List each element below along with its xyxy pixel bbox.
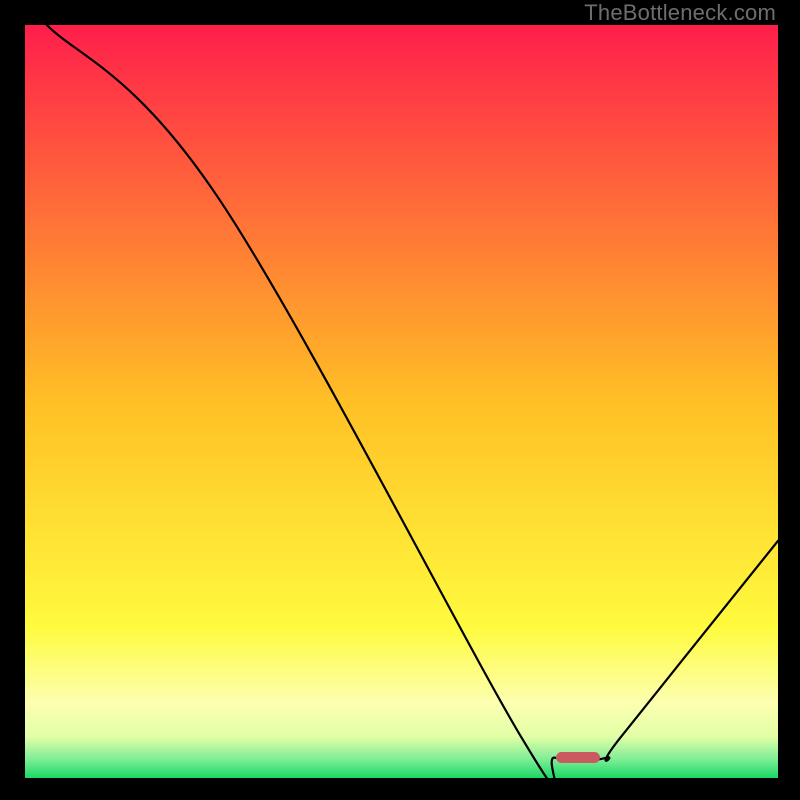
optimal-marker <box>556 752 600 763</box>
bottleneck-curve <box>47 25 778 778</box>
chart-curve-layer <box>25 25 778 778</box>
chart-frame <box>23 23 780 780</box>
